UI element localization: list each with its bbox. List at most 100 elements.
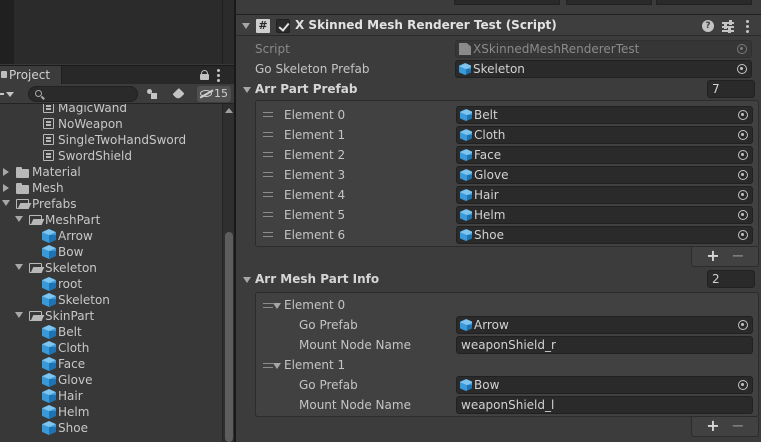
element-foldout-arrow-icon[interactable] <box>273 303 281 309</box>
go-prefab-field[interactable]: Bow <box>456 376 753 394</box>
search-by-type-icon[interactable] <box>146 86 160 102</box>
drag-handle-icon[interactable] <box>263 363 273 368</box>
scrollbar-thumb[interactable] <box>225 232 233 442</box>
tree-item[interactable]: root <box>0 276 222 292</box>
part-element-field[interactable]: Helm <box>456 206 753 224</box>
presets-icon[interactable] <box>722 20 734 33</box>
object-picker-icon[interactable] <box>737 64 747 74</box>
part-element-field[interactable]: Hair <box>456 186 753 204</box>
tree-item[interactable]: Face <box>0 356 222 372</box>
part-element-field[interactable]: Shoe <box>456 226 753 244</box>
tree-item[interactable]: Skeleton <box>0 292 222 308</box>
collapse-arrow-icon[interactable] <box>3 168 9 176</box>
search-box[interactable] <box>28 86 138 102</box>
arr-part-prefab-label[interactable]: Arr Part Prefab <box>255 81 357 97</box>
object-picker-icon[interactable] <box>738 130 748 140</box>
component-enabled-checkbox[interactable] <box>276 19 290 33</box>
lock-icon[interactable] <box>200 70 209 80</box>
object-picker-icon[interactable] <box>738 190 748 200</box>
tree-item[interactable]: Skeleton <box>0 260 222 276</box>
object-picker-icon[interactable] <box>738 170 748 180</box>
drag-handle-icon[interactable] <box>263 132 273 137</box>
tree-item[interactable]: NoWeapon <box>0 116 222 132</box>
mesh-element-label[interactable]: Element 0 <box>284 297 345 313</box>
arr-mesh-part-info-label[interactable]: Arr Mesh Part Info <box>255 271 379 287</box>
part-element-label: Element 5 <box>284 208 346 222</box>
element-foldout-arrow-icon[interactable] <box>273 363 281 369</box>
scroll-up-arrow-icon[interactable] <box>225 108 233 113</box>
drag-handle-icon[interactable] <box>263 303 273 308</box>
object-picker-icon[interactable] <box>738 210 748 220</box>
object-picker-icon[interactable] <box>738 110 748 120</box>
drag-handle-icon[interactable] <box>263 112 273 117</box>
go-skeleton-prefab-field[interactable]: Skeleton <box>455 60 752 78</box>
object-picker-icon[interactable] <box>738 230 748 240</box>
tree-item[interactable]: MeshPart <box>0 212 222 228</box>
help-icon[interactable]: ? <box>702 20 714 32</box>
drag-handle-icon[interactable] <box>263 232 273 237</box>
part-element-field[interactable]: Cloth <box>456 126 753 144</box>
object-picker-icon[interactable] <box>738 380 748 390</box>
expand-arrow-icon[interactable] <box>2 200 10 206</box>
collapse-arrow-icon[interactable] <box>3 184 9 192</box>
folder-open-icon <box>29 261 43 275</box>
component-header[interactable]: # X Skinned Mesh Renderer Test (Script) … <box>236 14 761 36</box>
add-element-button[interactable]: + <box>705 248 721 264</box>
arr-part-prefab-add-remove: + − <box>691 247 759 267</box>
project-menu-kebab-icon[interactable] <box>217 69 220 82</box>
expand-arrow-icon[interactable] <box>15 216 23 222</box>
tree-item[interactable]: SwordShield <box>0 148 222 164</box>
arr-mesh-part-info-foldout-arrow-icon[interactable] <box>243 277 251 283</box>
part-element-value: Helm <box>474 208 506 222</box>
remove-element-button[interactable]: − <box>730 418 746 434</box>
arr-mesh-part-info-size-field[interactable]: 2 <box>707 270 755 288</box>
tree-item[interactable]: Material <box>0 164 222 180</box>
component-menu-kebab-icon[interactable] <box>746 20 749 33</box>
tree-item-label: Bow <box>58 245 84 259</box>
go-prefab-field[interactable]: Arrow <box>456 316 753 334</box>
drag-handle-icon[interactable] <box>263 172 273 177</box>
component-foldout-arrow-icon[interactable] <box>242 23 250 29</box>
tree-item[interactable]: SkinPart <box>0 308 222 324</box>
part-element-field[interactable]: Belt <box>456 106 753 124</box>
scale-x-field[interactable] <box>454 0 560 5</box>
tree-item[interactable]: Cloth <box>0 340 222 356</box>
object-picker-icon[interactable] <box>738 150 748 160</box>
part-element-field[interactable]: Glove <box>456 166 753 184</box>
drag-handle-icon[interactable] <box>263 192 273 197</box>
tree-item[interactable]: Hair <box>0 388 222 404</box>
tree-item[interactable]: Shoe <box>0 420 222 436</box>
add-element-button[interactable]: + <box>705 418 721 434</box>
drag-handle-icon[interactable] <box>263 152 273 157</box>
search-input[interactable] <box>47 87 135 101</box>
search-by-label-icon[interactable] <box>172 86 186 102</box>
scale-y-field[interactable] <box>566 0 652 5</box>
tree-item[interactable]: Prefabs <box>0 196 222 212</box>
mount-node-name-field[interactable]: weaponShield_l <box>456 396 753 414</box>
expand-arrow-icon[interactable] <box>15 264 23 270</box>
mesh-element-label[interactable]: Element 1 <box>284 357 345 373</box>
tree-item[interactable]: Helm <box>0 404 222 420</box>
expand-arrow-icon[interactable] <box>15 312 23 318</box>
tree-item[interactable]: Belt <box>0 324 222 340</box>
tree-item[interactable]: Mesh <box>0 180 222 196</box>
mount-node-name-field[interactable]: weaponShield_r <box>456 336 753 354</box>
tree-scrollbar[interactable] <box>222 104 234 442</box>
tree-item[interactable]: Bow <box>0 244 222 260</box>
drag-handle-icon[interactable] <box>263 212 273 217</box>
tree-item[interactable]: Glove <box>0 372 222 388</box>
tree-item-label: Hair <box>58 389 83 403</box>
object-picker-icon[interactable] <box>738 320 748 330</box>
tab-project[interactable]: Project <box>0 66 62 85</box>
arr-part-prefab-size-field[interactable]: 7 <box>707 80 755 98</box>
remove-element-button[interactable]: − <box>730 248 746 264</box>
arr-part-prefab-foldout-arrow-icon[interactable] <box>243 87 251 93</box>
tree-item-label: Face <box>58 357 86 371</box>
tree-item[interactable]: SingleTwoHandSword <box>0 132 222 148</box>
tree-item[interactable]: MagicWand <box>0 104 222 116</box>
part-element-field[interactable]: Face <box>456 146 753 164</box>
arr-mesh-part-info-size: 2 <box>712 272 720 286</box>
scale-z-field[interactable] <box>656 0 752 5</box>
tree-item[interactable]: Arrow <box>0 228 222 244</box>
hidden-packages-toggle[interactable]: 15 <box>197 86 231 102</box>
